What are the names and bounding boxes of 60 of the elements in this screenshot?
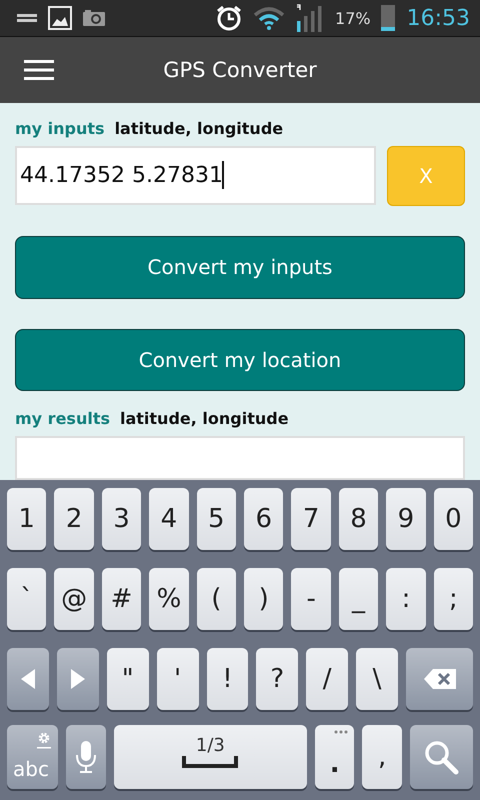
battery-icon [380,5,395,31]
key[interactable]: 6 [244,488,284,550]
key[interactable]: 2 [54,488,94,550]
key[interactable]: ; [434,568,474,630]
key[interactable]: ? [256,648,298,710]
key[interactable]: 3 [102,488,142,550]
key[interactable]: - [291,568,331,630]
left-arrow-icon [18,668,37,690]
key[interactable]: \ [356,648,398,710]
image-icon [48,6,72,30]
microphone-key[interactable] [66,725,106,789]
right-arrow-key[interactable] [56,648,99,710]
format-hint: latitude, longitude [120,409,289,428]
space-key[interactable]: 1/3 [114,725,307,789]
key[interactable]: / [306,648,348,710]
key[interactable]: ` [7,568,46,630]
convert-button[interactable]: Convert my location [15,328,465,391]
key[interactable]: @ [54,568,94,630]
results-label: my results [15,409,110,428]
inputs-label: my inputs [15,119,105,138]
period-key[interactable]: . [315,725,354,789]
coordinates-input-field[interactable]: 44.17352 5.27831 [15,146,376,205]
clock-time: 16:53 [406,6,470,30]
wifi-icon [253,6,286,30]
key[interactable]: ' [156,648,198,710]
key[interactable]: 1 [7,488,46,550]
app-title: GPS Converter [162,58,318,82]
key[interactable]: 8 [338,488,378,550]
key[interactable]: 5 [196,488,236,550]
search-icon [423,739,460,775]
alarm-clock-icon [215,4,244,32]
key[interactable]: # [102,568,142,630]
camera-icon [82,9,106,27]
menu-icon [24,59,54,81]
key[interactable]: 7 [291,488,331,550]
key[interactable]: _ [338,568,378,630]
key[interactable]: " [106,648,149,710]
search-key[interactable] [410,725,473,789]
more-dots-icon [334,730,348,734]
backspace-icon [422,668,456,690]
key[interactable]: % [149,568,189,630]
convert-button[interactable]: Convert my inputs [15,236,465,298]
results-field[interactable] [15,436,465,480]
key[interactable]: 4 [149,488,189,550]
menu-button[interactable] [24,59,54,81]
battery-percentage: 17% [335,8,371,28]
key[interactable]: , [362,725,402,789]
key[interactable]: ! [206,648,248,710]
microphone-icon [75,740,97,774]
left-arrow-key[interactable] [7,648,49,710]
key[interactable]: 9 [386,488,426,550]
gear-icon [36,731,52,751]
format-hint: latitude, longitude [114,119,284,138]
key[interactable]: : [386,568,426,630]
right-arrow-icon [68,668,87,690]
key[interactable]: ( [196,568,236,630]
backspace-key[interactable] [406,648,473,710]
key[interactable]: ) [244,568,284,630]
space-bar-icon [182,756,238,768]
key[interactable]: 0 [434,488,474,550]
